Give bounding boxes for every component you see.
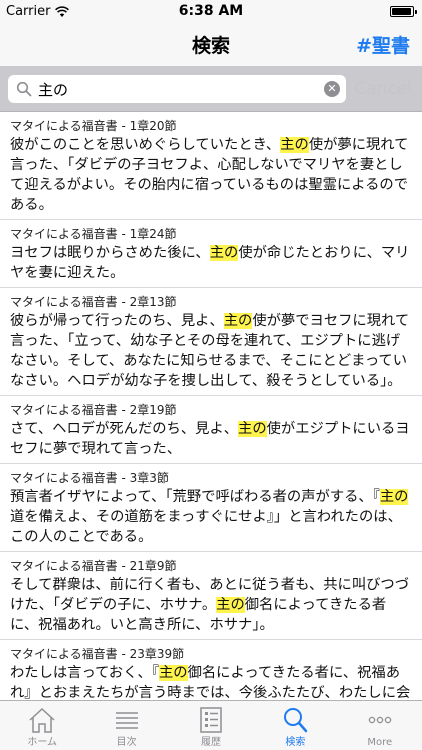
- match-highlight: 主の: [280, 137, 309, 153]
- status-bar: Carrier 6:38 AM: [0, 0, 422, 22]
- tab-home[interactable]: ホーム: [0, 701, 84, 750]
- match-highlight: 主の: [238, 421, 267, 437]
- tab-history-label: 履歴: [201, 737, 222, 748]
- more-icon: [368, 716, 392, 724]
- nav-bar: 検索 #聖書: [0, 22, 422, 66]
- verse-text-before: 彼がこのことを思いめぐらしていたとき、: [10, 137, 281, 153]
- verse-text: わたしは言っておく、『主の御名によってきたる者に、祝福あれ』とおまえたちが言う時…: [10, 663, 414, 700]
- tab-bar: ホーム 目次 履歴 検索 More: [0, 700, 422, 750]
- match-highlight: 主の: [379, 489, 409, 505]
- verse-text: 彼がこのことを思いめぐらしていたとき、主の使が夢に現れて言った、「ダビデの子ヨセ…: [10, 135, 414, 215]
- verse-text: 彼らが帰って行ったのち、見よ、主の使が夢でヨセフに現れて言った、「立って、幼な子…: [10, 311, 414, 391]
- search-query: 主の: [38, 81, 69, 99]
- search-bar: 主の ✕ Cancel: [0, 66, 422, 112]
- verse-reference: マタイによる福音書 - 1章24節: [10, 227, 177, 241]
- verse-text-before: わたしは言っておく、『: [10, 665, 159, 681]
- verse-text: さて、ヘロデが死んだのち、見よ、主の使がエジプトにいるヨセフに夢で現れて言った、: [10, 419, 414, 459]
- tab-home-label: ホーム: [27, 737, 58, 748]
- list-item[interactable]: マタイによる福音書 - 2章13節彼らが帰って行ったのち、見よ、主の使が夢でヨセ…: [0, 288, 422, 396]
- match-highlight: 主の: [223, 313, 253, 329]
- tab-contents[interactable]: 目次: [84, 701, 168, 750]
- tab-contents-label: 目次: [116, 737, 137, 748]
- verse-reference: マタイによる福音書 - 23章39節: [10, 647, 185, 661]
- cancel-button[interactable]: Cancel: [354, 79, 412, 99]
- verse-text-after: 道を備えよ、その道筋をまっすぐにせよ』」と言われたのは、この人のことである。: [10, 509, 402, 545]
- verse-text-before: ヨセフは眠りからさめた後に、: [10, 245, 210, 261]
- list-item[interactable]: マタイによる福音書 - 2章19節さて、ヘロデが死んだのち、見よ、主の使がエジプ…: [0, 396, 422, 464]
- match-highlight: 主の: [216, 597, 245, 613]
- status-time: 6:38 AM: [178, 3, 244, 19]
- results-list[interactable]: マタイによる福音書 - 1章20節彼がこのことを思いめぐらしていたとき、主の使が…: [0, 112, 422, 700]
- verse-text-before: 彼らが帰って行ったのち、見よ、: [10, 313, 224, 329]
- verse-reference: マタイによる福音書 - 2章19節: [10, 403, 177, 417]
- verse-text: ヨセフは眠りからさめた後に、主の使が命じたとおりに、マリヤを妻に迎えた。: [10, 243, 414, 283]
- verse-text-before: 預言者イザヤによって、「荒野で呼ばわる者の声がする、『: [10, 489, 380, 505]
- list-item[interactable]: マタイによる福音書 - 3章3節預言者イザヤによって、「荒野で呼ばわる者の声がす…: [0, 464, 422, 552]
- search-icon: [16, 81, 32, 97]
- verse-reference: マタイによる福音書 - 21章9節: [10, 559, 177, 573]
- clear-icon[interactable]: ✕: [324, 81, 340, 97]
- verse-text-before: さて、ヘロデが死んだのち、見よ、: [10, 421, 239, 437]
- battery-fill: [392, 8, 411, 15]
- verse-reference: マタイによる福音書 - 1章20節: [10, 119, 177, 133]
- history-icon: [200, 707, 222, 733]
- match-highlight: 主の: [158, 665, 188, 681]
- list-item[interactable]: マタイによる福音書 - 1章24節ヨセフは眠りからさめた後に、主の使が命じたとお…: [0, 220, 422, 288]
- battery-icon: [390, 6, 417, 17]
- search-input[interactable]: 主の ✕: [8, 75, 346, 103]
- tab-more[interactable]: More: [338, 701, 422, 750]
- verse-reference: マタイによる福音書 - 2章13節: [10, 295, 177, 309]
- tab-more-label: More: [367, 737, 393, 748]
- tab-search-label: 検索: [285, 737, 306, 748]
- match-highlight: 主の: [209, 245, 239, 261]
- search-icon: [284, 708, 308, 733]
- tab-search[interactable]: 検索: [253, 701, 337, 750]
- list-item[interactable]: マタイによる福音書 - 23章39節わたしは言っておく、『主の御名によってきたる…: [0, 640, 422, 700]
- verse-text: 預言者イザヤによって、「荒野で呼ばわる者の声がする、『主の道を備えよ、その道筋を…: [10, 487, 414, 547]
- verse-text: そして群衆は、前に行く者も、あとに従う者も、共に叫びつづけた、「ダビデの子に、ホ…: [10, 575, 414, 635]
- home-icon: [29, 707, 55, 733]
- bible-button[interactable]: #聖書: [356, 31, 410, 58]
- tab-history[interactable]: 履歴: [169, 701, 253, 750]
- verse-reference: マタイによる福音書 - 3章3節: [10, 471, 169, 485]
- list-item[interactable]: マタイによる福音書 - 21章9節そして群衆は、前に行く者も、あとに従う者も、共…: [0, 552, 422, 640]
- list-item[interactable]: マタイによる福音書 - 1章20節彼がこのことを思いめぐらしていたとき、主の使が…: [0, 112, 422, 220]
- list-icon: [115, 712, 138, 729]
